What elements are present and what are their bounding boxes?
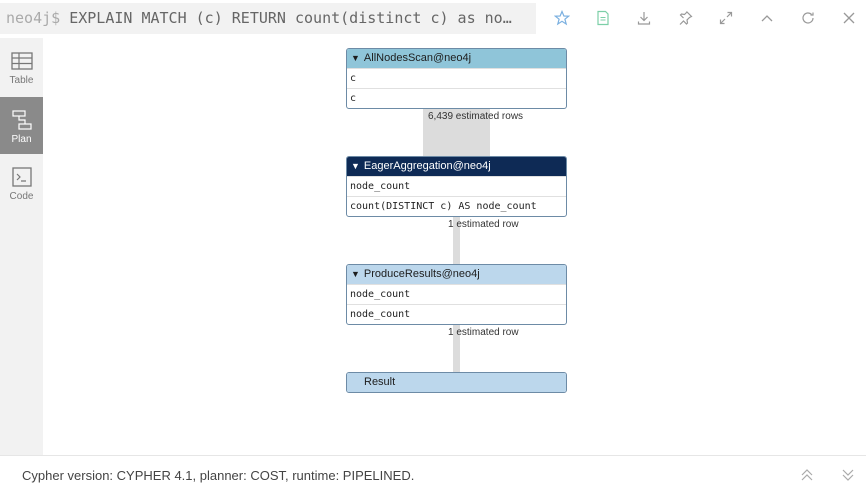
chevron-up-icon[interactable] bbox=[754, 6, 780, 30]
sidebar-item-plan[interactable]: Plan bbox=[0, 97, 43, 154]
star-icon[interactable] bbox=[549, 6, 575, 30]
query-text[interactable]: EXPLAIN MATCH (c) RETURN count(distinct … bbox=[60, 9, 512, 27]
sidebar-item-label: Code bbox=[9, 191, 34, 202]
estimated-rows-label: 1 estimated row bbox=[448, 219, 519, 230]
cypher-version-info: Cypher version: CYPHER 4.1, planner: COS… bbox=[22, 468, 415, 483]
table-icon bbox=[10, 52, 33, 70]
plan-operator-all-nodes-scan[interactable]: ▼ AllNodesScan@neo4j c c bbox=[346, 48, 567, 109]
operator-detail-row: c bbox=[347, 88, 566, 108]
sidebar-item-table[interactable]: Table bbox=[0, 38, 43, 95]
download-icon[interactable] bbox=[631, 6, 657, 30]
operator-detail-row: node_count bbox=[347, 284, 566, 304]
operator-detail-row: c bbox=[347, 68, 566, 88]
operator-name: Result bbox=[364, 376, 396, 388]
close-icon[interactable] bbox=[836, 6, 862, 30]
operator-detail-row: node_count bbox=[347, 304, 566, 324]
sidebar-item-code[interactable]: Code bbox=[0, 154, 43, 211]
operator-title[interactable]: ▼ EagerAggregation@neo4j bbox=[347, 157, 566, 176]
estimated-rows-label: 6,439 estimated rows bbox=[428, 111, 524, 122]
query-editor[interactable]: neo4j$ EXPLAIN MATCH (c) RETURN count(di… bbox=[0, 3, 536, 34]
sidebar-item-label: Table bbox=[9, 75, 34, 86]
double-chevron-up-icon[interactable] bbox=[796, 465, 818, 485]
collapse-triangle-icon[interactable]: ▼ bbox=[351, 53, 360, 63]
operator-detail-row: count(DISTINCT c) AS node_count bbox=[347, 196, 566, 216]
collapse-triangle-icon[interactable]: ▼ bbox=[351, 161, 360, 171]
operator-title[interactable]: ▼ ProduceResults@neo4j bbox=[347, 265, 566, 284]
sidebar-item-label: Plan bbox=[11, 134, 32, 145]
refresh-icon[interactable] bbox=[795, 6, 821, 30]
view-sidebar: Table Plan Code bbox=[0, 38, 43, 455]
plan-operator-produce-results[interactable]: ▼ ProduceResults@neo4j node_count node_co… bbox=[346, 264, 567, 325]
double-chevron-down-icon[interactable] bbox=[837, 465, 859, 485]
status-footer: Cypher version: CYPHER 4.1, planner: COS… bbox=[0, 455, 866, 493]
plan-icon bbox=[11, 110, 32, 130]
pin-icon[interactable] bbox=[672, 6, 698, 30]
operator-name: ProduceResults@neo4j bbox=[363, 268, 480, 280]
plan-operator-eager-aggregation[interactable]: ▼ EagerAggregation@neo4j node_count count… bbox=[346, 156, 567, 217]
operator-title[interactable]: ▼ AllNodesScan@neo4j bbox=[347, 49, 566, 68]
operator-detail-row: node_count bbox=[347, 176, 566, 196]
operator-name: EagerAggregation@neo4j bbox=[363, 160, 491, 172]
save-file-icon[interactable] bbox=[590, 6, 616, 30]
query-plan-view[interactable]: 6,439 estimated rows 1 estimated row 1 e… bbox=[43, 38, 866, 455]
operator-title: Result bbox=[347, 373, 566, 392]
frame-header: neo4j$ EXPLAIN MATCH (c) RETURN count(di… bbox=[0, 0, 866, 38]
estimated-rows-label: 1 estimated row bbox=[448, 327, 519, 338]
expand-icon[interactable] bbox=[713, 6, 739, 30]
code-icon bbox=[11, 167, 32, 187]
plan-operator-result[interactable]: Result bbox=[346, 372, 567, 393]
prompt-label: neo4j$ bbox=[6, 9, 61, 27]
collapse-triangle-icon[interactable]: ▼ bbox=[351, 269, 360, 279]
operator-name: AllNodesScan@neo4j bbox=[363, 52, 472, 64]
